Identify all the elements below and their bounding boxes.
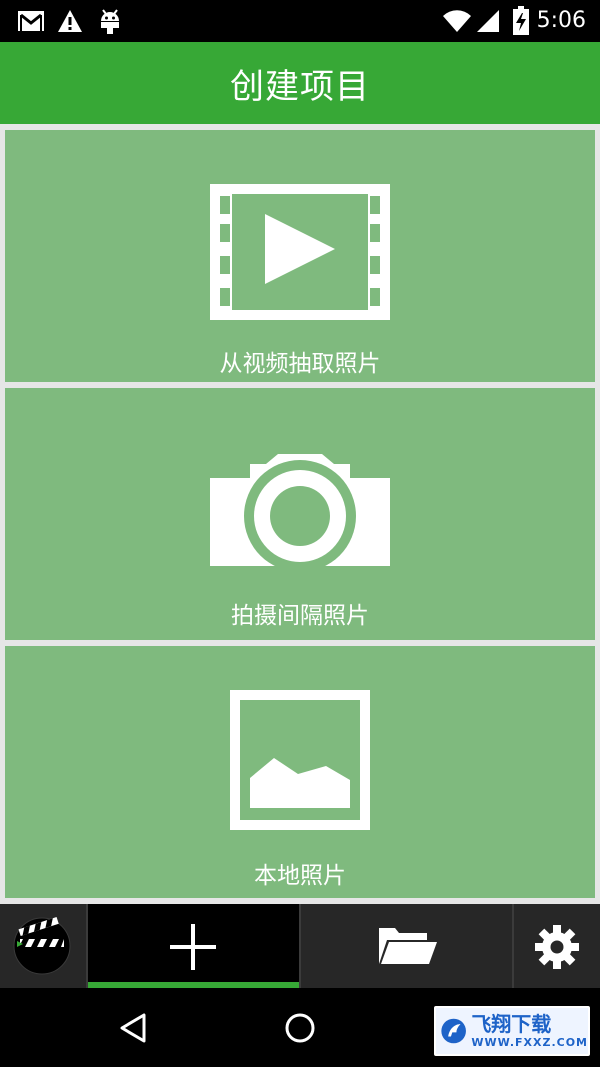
home-icon[interactable] [284,1012,316,1044]
warning-icon [58,10,82,32]
create-project-options: 从视频抽取照片 拍摄间隔照片 本地照片 [0,124,600,904]
android-icon [101,9,119,34]
extract-from-video-card[interactable]: 从视频抽取照片 [5,130,595,382]
folder-icon [379,928,437,964]
local-photos-card[interactable]: 本地照片 [5,646,595,898]
camera-icon [210,454,390,568]
watermark-badge: 飞翔下载 WWW.FXXZ.COM [434,1006,590,1056]
watermark-logo-icon [441,1018,466,1044]
local-photos-label: 本地照片 [254,863,346,889]
nav-settings-tab[interactable] [514,904,600,988]
gear-icon [535,925,579,969]
bottom-nav [0,904,600,988]
gmail-icon [18,11,44,31]
add-icon [170,924,216,970]
app-bar: 创建项目 [0,42,600,124]
extract-from-video-label: 从视频抽取照片 [219,351,381,377]
wifi-icon [443,10,471,33]
status-bar: 5:06 [0,0,600,42]
nav-projects-tab[interactable] [301,904,512,988]
battery-charging-icon [513,6,529,35]
nav-logo[interactable] [0,904,86,988]
system-nav-bar: 飞翔下载 WWW.FXXZ.COM [0,988,600,1067]
signal-icon [477,10,499,32]
video-film-icon [210,184,390,320]
clock: 5:06 [536,8,586,33]
image-icon [230,690,370,830]
clapperboard-logo-icon [13,917,71,975]
watermark-text-cn: 飞翔下载 [471,1012,552,1036]
nav-add-tab[interactable] [88,904,299,988]
interval-photos-card[interactable]: 拍摄间隔照片 [5,388,595,640]
page-title: 创建项目 [230,66,370,107]
watermark-text-en: WWW.FXXZ.COM [471,1036,588,1049]
interval-photos-label: 拍摄间隔照片 [231,603,369,629]
back-icon[interactable] [118,1012,150,1044]
